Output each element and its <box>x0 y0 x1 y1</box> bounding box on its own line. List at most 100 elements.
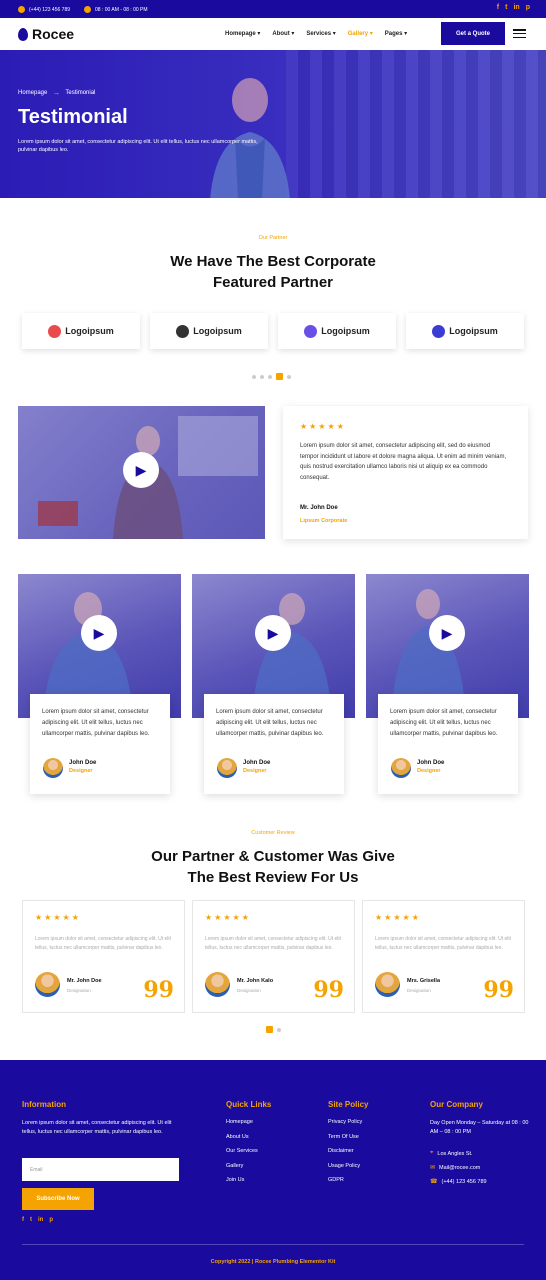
hamburger-icon[interactable] <box>513 29 526 38</box>
testimonial-text: Lorem ipsum dolor sit amet, consectetur … <box>42 709 150 737</box>
footer-link[interactable]: Join Us <box>226 1177 258 1192</box>
carousel-dot[interactable] <box>260 374 264 379</box>
linkedin-icon[interactable]: in <box>38 1217 43 1223</box>
twitter-icon[interactable]: t <box>505 4 507 11</box>
footer-social: f t in p <box>22 1217 53 1223</box>
featured-review-card: ★★★★★ Lorem ipsum dolor sit amet, consec… <box>283 406 528 539</box>
topbar-hours: 08 : 00 AM - 08 : 00 PM <box>84 6 148 13</box>
carousel-dot[interactable] <box>287 374 291 379</box>
customer-title-line2: The Best Review For Us <box>187 869 359 886</box>
partner-title-line2: Featured Partner <box>212 274 334 291</box>
copyright: Copyright 2022 | Rocee Plumbing Elemento… <box>210 1259 336 1265</box>
location-icon: ⌖ <box>430 1150 434 1156</box>
avatar <box>217 758 237 778</box>
footer-divider <box>22 1244 524 1245</box>
phone-icon <box>18 6 25 13</box>
logo-icon <box>432 324 446 338</box>
pinterest-icon[interactable]: p <box>526 4 530 11</box>
customer-title-line1: Our Partner & Customer Was Give <box>151 848 395 865</box>
footer-link[interactable]: Disclaimer <box>328 1148 362 1163</box>
clock-icon <box>84 6 91 13</box>
reviewer-role: Designation <box>67 988 91 993</box>
linkedin-icon[interactable]: in <box>513 4 519 11</box>
footer-link[interactable]: Gallery <box>226 1163 258 1178</box>
play-icon[interactable]: ▶ <box>255 615 291 651</box>
rating-stars: ★★★★★ <box>35 913 81 922</box>
page-title: Testimonial <box>18 106 128 128</box>
featured-video[interactable]: ▶ <box>18 406 265 539</box>
testimonial-role: Designer <box>69 768 93 774</box>
facebook-icon[interactable]: f <box>22 1217 24 1223</box>
carousel-dot[interactable] <box>252 374 256 379</box>
quote-icon: 99 <box>313 977 344 1003</box>
hero-worker-image <box>210 78 290 198</box>
review-card: ★★★★★ Lorem ipsum dolor sit amet, consec… <box>22 900 185 1013</box>
facebook-icon[interactable]: f <box>497 4 499 11</box>
breadcrumb-home[interactable]: Homepage <box>18 90 47 96</box>
testimonial-name: John Doe <box>417 760 445 766</box>
review-text: Lorem ipsum dolor sit amet, consectetur … <box>375 936 511 951</box>
play-icon[interactable]: ▶ <box>81 615 117 651</box>
testimonial-card: Lorem ipsum dolor sit amet, consectetur … <box>378 694 518 794</box>
footer-link[interactable]: GDPR <box>328 1177 362 1192</box>
subscribe-button[interactable]: Subscribe Now <box>22 1188 94 1210</box>
reviewer-name: Mr. John Doe <box>300 505 338 511</box>
footer-phone[interactable]: ☎ (+44) 123 456 789 <box>430 1178 487 1186</box>
reviewer-role: Designation <box>407 988 431 993</box>
nav-item-homepage[interactable]: Homepage ▾ <box>225 30 260 37</box>
avatar <box>391 758 411 778</box>
footer-link[interactable]: Homepage <box>226 1119 258 1134</box>
nav-item-pages[interactable]: Pages ▾ <box>385 30 407 37</box>
footer-link[interactable]: About Us <box>226 1134 258 1149</box>
video-testimonial: ▶ Lorem ipsum dolor sit amet, consectetu… <box>366 574 529 798</box>
play-icon[interactable]: ▶ <box>429 615 465 651</box>
carousel-dot[interactable] <box>277 1027 281 1032</box>
testimonial-card: Lorem ipsum dolor sit amet, consectetur … <box>204 694 344 794</box>
arrow-right-icon: → <box>52 88 61 97</box>
review-card: ★★★★★ Lorem ipsum dolor sit amet, consec… <box>192 900 355 1013</box>
pinterest-icon[interactable]: p <box>49 1217 53 1223</box>
footer-info-text: Lorem ipsum dolor sit amet, consectetur … <box>22 1120 172 1135</box>
partner-carousel-dots <box>252 373 291 380</box>
footer-email[interactable]: ✉ Mail@rocee.com <box>430 1164 480 1172</box>
partner-logo-card[interactable]: Logoipsum <box>278 313 396 349</box>
topbar-social: f t in p <box>497 4 530 11</box>
testimonial-role: Designer <box>243 768 267 774</box>
testimonial-role: Designer <box>417 768 441 774</box>
footer-link[interactable]: Our Services <box>226 1148 258 1163</box>
partner-logos: Logoipsum Logoipsum Logoipsum Logoipsum <box>22 313 524 349</box>
phone-text: (+44) 123 456 789 <box>441 1178 487 1185</box>
topbar-phone[interactable]: (+44) 123 456 789 <box>18 6 70 13</box>
footer-quick-title: Quick Links <box>226 1100 272 1109</box>
logo-icon <box>176 324 190 338</box>
nav-item-about[interactable]: About ▾ <box>272 30 294 37</box>
twitter-icon[interactable]: t <box>30 1217 32 1223</box>
testimonial-text: Lorem ipsum dolor sit amet, consectetur … <box>390 709 498 737</box>
footer-link[interactable]: Term Of Use <box>328 1134 362 1149</box>
testimonial-text: Lorem ipsum dolor sit amet, consectetur … <box>216 709 324 737</box>
logo-icon <box>304 324 318 338</box>
partner-logo-name: Logoipsum <box>321 326 370 336</box>
avatar <box>43 758 63 778</box>
partner-logo-card[interactable]: Logoipsum <box>406 313 524 349</box>
footer-link[interactable]: Usage Policy <box>328 1163 362 1178</box>
nav-item-services[interactable]: Services ▾ <box>306 30 335 37</box>
get-quote-button[interactable]: Get a Quote <box>441 22 505 45</box>
email-input[interactable]: Email <box>22 1158 179 1181</box>
brand-logo[interactable]: Rocee <box>18 26 74 42</box>
footer-address: ⌖ Los Angles St. <box>430 1150 473 1157</box>
breadcrumb: Homepage → Testimonial <box>18 88 95 97</box>
partner-logo-name: Logoipsum <box>193 326 242 336</box>
nav-item-gallery[interactable]: Gallery ▾ <box>348 30 373 37</box>
brand-name: Rocee <box>32 26 75 42</box>
play-icon[interactable]: ▶ <box>123 452 159 488</box>
review-text: Lorem ipsum dolor sit amet, consectetur … <box>205 936 341 951</box>
carousel-dot[interactable] <box>268 374 272 379</box>
partner-logo-card[interactable]: Logoipsum <box>22 313 140 349</box>
partner-logo-name: Logoipsum <box>65 326 114 336</box>
carousel-dot-active[interactable] <box>266 1026 273 1033</box>
footer-link[interactable]: Privacy Policy <box>328 1119 362 1134</box>
rating-stars: ★★★★★ <box>205 913 251 922</box>
partner-logo-card[interactable]: Logoipsum <box>150 313 268 349</box>
carousel-dot-active[interactable] <box>276 373 283 380</box>
